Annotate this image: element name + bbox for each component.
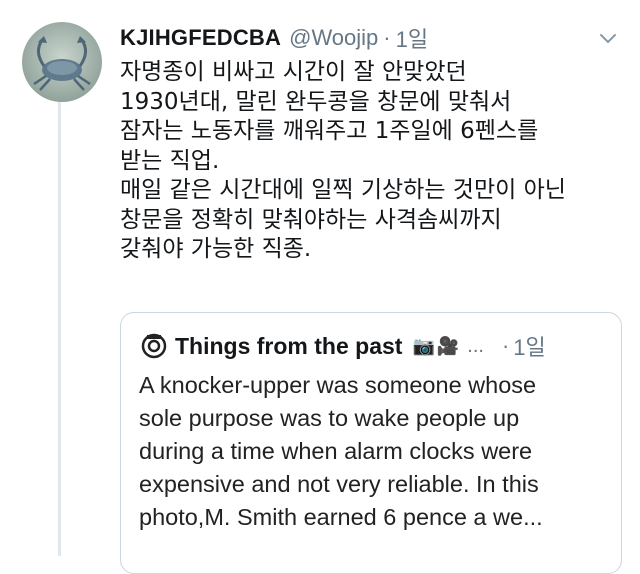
quoted-line: photo,M. Smith earned 6 pence a we... (139, 504, 543, 530)
thread-line (58, 96, 61, 556)
crab-icon (33, 36, 91, 91)
tweet-line: 창문을 정확히 맞춰야하는 사격솜씨까지 (120, 206, 502, 233)
chevron-down-icon[interactable] (596, 26, 620, 50)
tweet-line: 갖춰야 가능한 직종. (120, 236, 312, 262)
tweet-line: 잠자는 노동자를 깨워주고 1주일에 6펜스를 (120, 118, 539, 144)
separator-dot: · (383, 25, 391, 50)
name-ellipsis: ... (467, 334, 484, 357)
camera-lens-icon (141, 333, 167, 359)
tweet-line: 받는 직업. (120, 147, 220, 174)
quoted-line: expensive and not very reliable. In this (139, 471, 539, 497)
timestamp[interactable]: 1일 (396, 22, 428, 54)
camera-emoji-icon: 📷🎥 (412, 335, 462, 356)
quoted-tweet[interactable]: Things from the past 📷🎥 ... · 1일 A knock… (120, 312, 622, 574)
tweet-line: 자명종이 비싸고 시간이 잘 안맞았던 (120, 59, 467, 85)
quoted-tweet-text: A knocker-upper was someone whose sole p… (139, 369, 619, 534)
quoted-line: during a time when alarm clocks were (139, 438, 533, 464)
tweet-line: 매일 같은 시간대에 일찍 기상하는 것만이 아닌 (120, 177, 566, 203)
tweet-header: KJIHGFEDCBA @Woojip · 1일 (120, 20, 620, 56)
quoted-display-name[interactable]: Things from the past (175, 333, 402, 360)
display-name[interactable]: KJIHGFEDCBA (120, 25, 281, 51)
tweet-text: 자명종이 비싸고 시간이 잘 안맞았던 1930년대, 말린 완두콩을 창문에 … (120, 58, 630, 265)
quoted-timestamp[interactable]: 1일 (513, 330, 545, 362)
quoted-line: A knocker-upper was someone whose (139, 372, 537, 398)
quoted-tweet-header: Things from the past 📷🎥 ... · 1일 (141, 329, 607, 363)
avatar[interactable] (22, 22, 102, 102)
tweet-line: 1930년대, 말린 완두콩을 창문에 맞춰서 (120, 88, 512, 115)
separator-dot: · (501, 333, 510, 358)
user-handle[interactable]: @Woojip (289, 25, 378, 51)
quoted-line: sole purpose was to wake people up (139, 405, 520, 431)
